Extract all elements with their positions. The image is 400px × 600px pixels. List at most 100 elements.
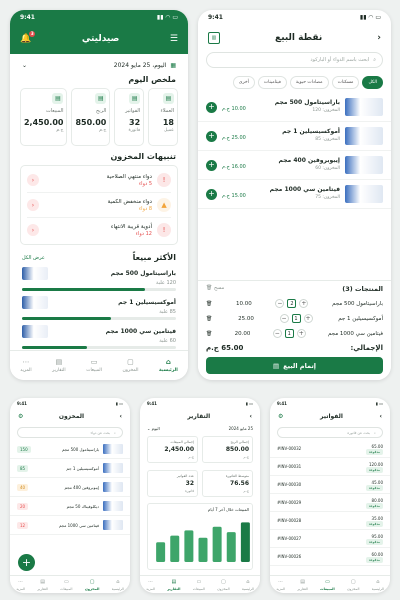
category-chip[interactable]: فيتامينات (257, 76, 287, 89)
box-icon: ▢ (350, 578, 356, 585)
card-label: الفواتير (125, 108, 141, 114)
plus-button[interactable]: + (303, 314, 313, 323)
invoice-row[interactable]: #INV-00032 65.00 مدفوعة (270, 440, 390, 458)
invoice-amount: 80.00 (371, 497, 383, 503)
inventory-row[interactable]: باراسيتامول 500 مجم 150 (10, 440, 130, 459)
top-item[interactable]: باراسيتامول 500 مجم 120 علبة (10, 264, 188, 293)
card-label: الربح (96, 108, 107, 114)
bell-icon[interactable]: 🔔 3 (20, 31, 36, 44)
tab-item[interactable]: ⋯ المزيد (20, 358, 31, 373)
back-arrow-icon[interactable]: › (120, 413, 122, 420)
tab-item[interactable]: ⋯ المزيد (276, 579, 285, 591)
alert-row[interactable]: ! دواء منتهي الصلاحية 5 دواء ‹ (27, 168, 171, 193)
tab-item[interactable]: ▭ المبيعات (193, 579, 205, 591)
invoice-row[interactable]: #INV-00027 95.00 مدفوعة (270, 530, 390, 548)
report-label: إجمالي الربح (230, 440, 249, 444)
tab-item[interactable]: ▢ المخزون (122, 358, 138, 373)
search-input[interactable]: ⌕ ابحث باسم الدواء أو الباركود (206, 52, 383, 68)
category-chip[interactable]: أخرى (232, 76, 255, 89)
top-item[interactable]: أموكسيسيلين 1 جم 85 علبة (10, 293, 188, 322)
inventory-row[interactable]: أموكسيسيلين 1 جم 85 (10, 459, 130, 478)
invoice-row[interactable]: #INV-00026 60.00 مدفوعة (270, 548, 390, 566)
add-to-cart-button[interactable]: + (206, 188, 217, 200)
clear-cart-button[interactable]: مسح 🗑 (206, 285, 224, 293)
inventory-search[interactable]: ⌕ بحث عن دواء (17, 427, 123, 438)
tab-item[interactable]: ▭ المبيعات (320, 579, 335, 591)
plus-button[interactable]: + (296, 329, 306, 338)
invoice-row[interactable]: #INV-00031 120.00 مدفوعة (270, 458, 390, 476)
category-chip[interactable]: مضادات حيوية (289, 76, 329, 89)
product-row[interactable]: إيبوبروفين 400 مجم المخزون: 60 16.00 ج.م + (198, 151, 391, 180)
tab-item[interactable]: ▢ المخزون (85, 579, 100, 591)
alert-title: دواء منخفض الكمية (107, 198, 152, 205)
add-to-cart-button[interactable]: + (206, 101, 217, 113)
back-arrow-icon[interactable]: › (380, 413, 382, 420)
tab-item[interactable]: ⌂ الرئيسية (372, 579, 384, 591)
tab-label: المخزون (346, 586, 360, 591)
tab-item[interactable]: ▤ التقارير (37, 579, 48, 591)
invoice-id: #INV-00029 (277, 500, 302, 505)
quantity-stepper[interactable]: −1 + (272, 329, 306, 338)
report-icon: ▤ (171, 578, 177, 585)
tab-item[interactable]: ▤ التقارير (52, 358, 66, 373)
cart-row: أموكسيسيلين 1 جم −1 +25.00 🗑 (206, 311, 383, 326)
status-icons: ▮ ▭ (115, 400, 123, 406)
invoice-status: مدفوعة (365, 538, 383, 545)
minus-button[interactable]: − (279, 314, 289, 323)
quantity-stepper[interactable]: −1 + (279, 314, 313, 323)
filter-icon[interactable]: ⚙ (18, 413, 23, 420)
card-unit: ج.م (56, 128, 64, 133)
back-arrow-icon[interactable]: › (377, 33, 381, 43)
tab-item[interactable]: ▤ التقارير (297, 579, 308, 591)
tab-item[interactable]: ▢ المخزون (347, 579, 360, 591)
product-row[interactable]: أموكسيسيلين 1 جم المخزون: 85 25.00 ج.م + (198, 122, 391, 151)
menu-icon[interactable]: ☰ (170, 34, 178, 44)
tab-item[interactable]: ▭ المبيعات (60, 579, 72, 591)
barcode-scan-icon[interactable]: ▥ (208, 32, 220, 44)
cart-icon: ▭ (63, 578, 69, 585)
plus-button[interactable]: + (299, 299, 309, 308)
trash-icon[interactable]: 🗑 (206, 301, 212, 307)
category-chip[interactable]: مسكنات (331, 76, 360, 89)
add-to-cart-button[interactable]: + (206, 130, 217, 142)
top-item[interactable]: فيتامين سي 1000 مجم 60 علبة (10, 322, 188, 351)
alert-row[interactable]: ▲ دواء منخفض الكمية 8 دواء ‹ (27, 193, 171, 218)
add-to-cart-button[interactable]: + (206, 159, 217, 171)
invoice-row[interactable]: #INV-00030 45.00 مدفوعة (270, 476, 390, 494)
trash-icon[interactable]: 🗑 (206, 316, 212, 322)
minus-button[interactable]: − (275, 299, 285, 308)
tab-item[interactable]: ▭ المبيعات (86, 358, 102, 373)
invoice-row[interactable]: #INV-00028 35.00 مدفوعة (270, 512, 390, 530)
invoice-row[interactable]: #INV-00029 80.00 مدفوعة (270, 494, 390, 512)
invoice-amount: 120.00 (369, 461, 383, 467)
inventory-row[interactable]: ديكلوفيناك 50 مجم 20 (10, 497, 130, 516)
chart-bar (184, 530, 194, 562)
back-arrow-icon[interactable]: › (250, 413, 252, 420)
alert-row[interactable]: ! أدوية قريبة الانتهاء 12 دواء ‹ (27, 218, 171, 242)
more-icon: ⋯ (278, 578, 284, 585)
view-all-link[interactable]: عرض الكل (22, 255, 45, 261)
tab-item[interactable]: ⋯ المزيد (16, 579, 25, 591)
add-button[interactable]: + (18, 554, 35, 571)
tab-item[interactable]: ⋯ المزيد (146, 579, 155, 591)
tab-item[interactable]: ⌂ الرئيسية (242, 579, 254, 591)
quantity-stepper[interactable]: −2 + (275, 299, 309, 308)
minus-button[interactable]: − (272, 329, 282, 338)
complete-sale-button[interactable]: إتمام البيع ▤ (206, 357, 383, 374)
tab-item[interactable]: ▢ المخزون (217, 579, 230, 591)
product-row[interactable]: فيتامين سي 1000 مجم المخزون: 75 15.00 ج.م + (198, 180, 391, 209)
inventory-row[interactable]: فيتامين سي 1000 مجم 12 (10, 516, 130, 535)
tab-label: الرئيسية (111, 586, 124, 591)
tab-label: المبيعات (86, 368, 102, 373)
tab-item[interactable]: ⌂ الرئيسية (112, 579, 124, 591)
period-select[interactable]: اليوم ⌄ (147, 426, 160, 431)
filter-icon[interactable]: ⚙ (278, 413, 283, 420)
inventory-row[interactable]: إيبوبروفين 400 مجم 40 (10, 478, 130, 497)
product-row[interactable]: باراسيتامول 500 مجم المخزون: 120 10.00 ج.م… (198, 93, 391, 122)
invoice-search[interactable]: ⌕ بحث عن فاتورة (277, 427, 383, 438)
trash-icon[interactable]: 🗑 (206, 331, 212, 337)
tab-item[interactable]: ▤ التقارير (167, 579, 180, 591)
category-chip[interactable]: الكل (362, 76, 383, 89)
date-selector[interactable]: ▦ اليوم، 25 مايو 2024 ⌄ (10, 54, 188, 71)
tab-item[interactable]: ⌂ الرئيسية (159, 358, 178, 373)
